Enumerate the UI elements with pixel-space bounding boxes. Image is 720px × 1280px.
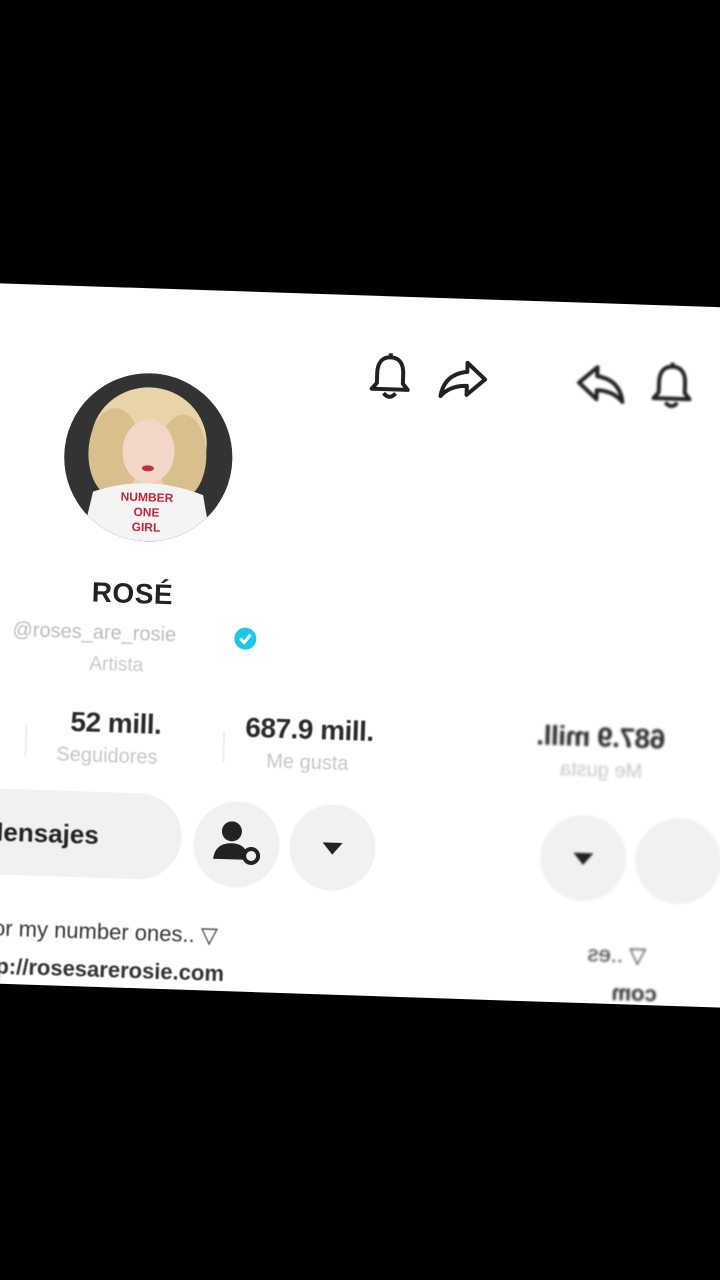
share-icon[interactable] [436, 358, 489, 402]
ghost-bell-icon [648, 360, 696, 416]
bio-link[interactable]: http://rosesarerosie.com [0, 953, 224, 987]
followers-label: Seguidores [56, 743, 158, 769]
profile-name: ROSÉ [91, 576, 174, 611]
ghost-bio-fragment: ▽ ..es [587, 941, 647, 969]
ghost-likes-label: Me gusta [559, 758, 643, 783]
verified-icon [233, 627, 257, 651]
person-settings-icon [213, 821, 261, 865]
stat-divider [24, 724, 28, 757]
ghost-likes-count: 687.9 mill. [536, 719, 666, 755]
add-friend-button[interactable] [192, 800, 281, 889]
profile-category: Artista [89, 653, 144, 677]
likes-label: Me gusta [265, 750, 349, 776]
shirt-text-2: ONE [133, 505, 159, 520]
followers-count[interactable]: 52 mill. [70, 706, 162, 741]
messages-button[interactable]: Mensajes [0, 787, 184, 881]
more-options-button[interactable] [288, 803, 377, 893]
ghost-link-fragment: com [611, 979, 658, 1007]
dropdown-arrow-icon [322, 842, 343, 855]
bell-icon[interactable] [366, 351, 414, 402]
bio-text: e for my number ones.. ▽ [0, 915, 219, 948]
shirt-text-3: GIRL [131, 520, 160, 535]
shirt-text-1: NUMBER [120, 489, 173, 505]
ghost-share-icon [574, 362, 628, 411]
messages-button-label: Mensajes [0, 816, 100, 850]
stat-divider [222, 730, 226, 764]
avatar[interactable]: NUMBER ONE GIRL [61, 370, 236, 545]
profile-handle: @roses_are_rosie [12, 618, 177, 647]
likes-count[interactable]: 687.9 mill. [245, 712, 374, 748]
profile-card: NUMBER ONE GIRL ROSÉ @roses_are_rosie Ar… [0, 282, 720, 1009]
ghost-dropdown [538, 813, 628, 903]
ghost-add-friend [633, 816, 720, 906]
